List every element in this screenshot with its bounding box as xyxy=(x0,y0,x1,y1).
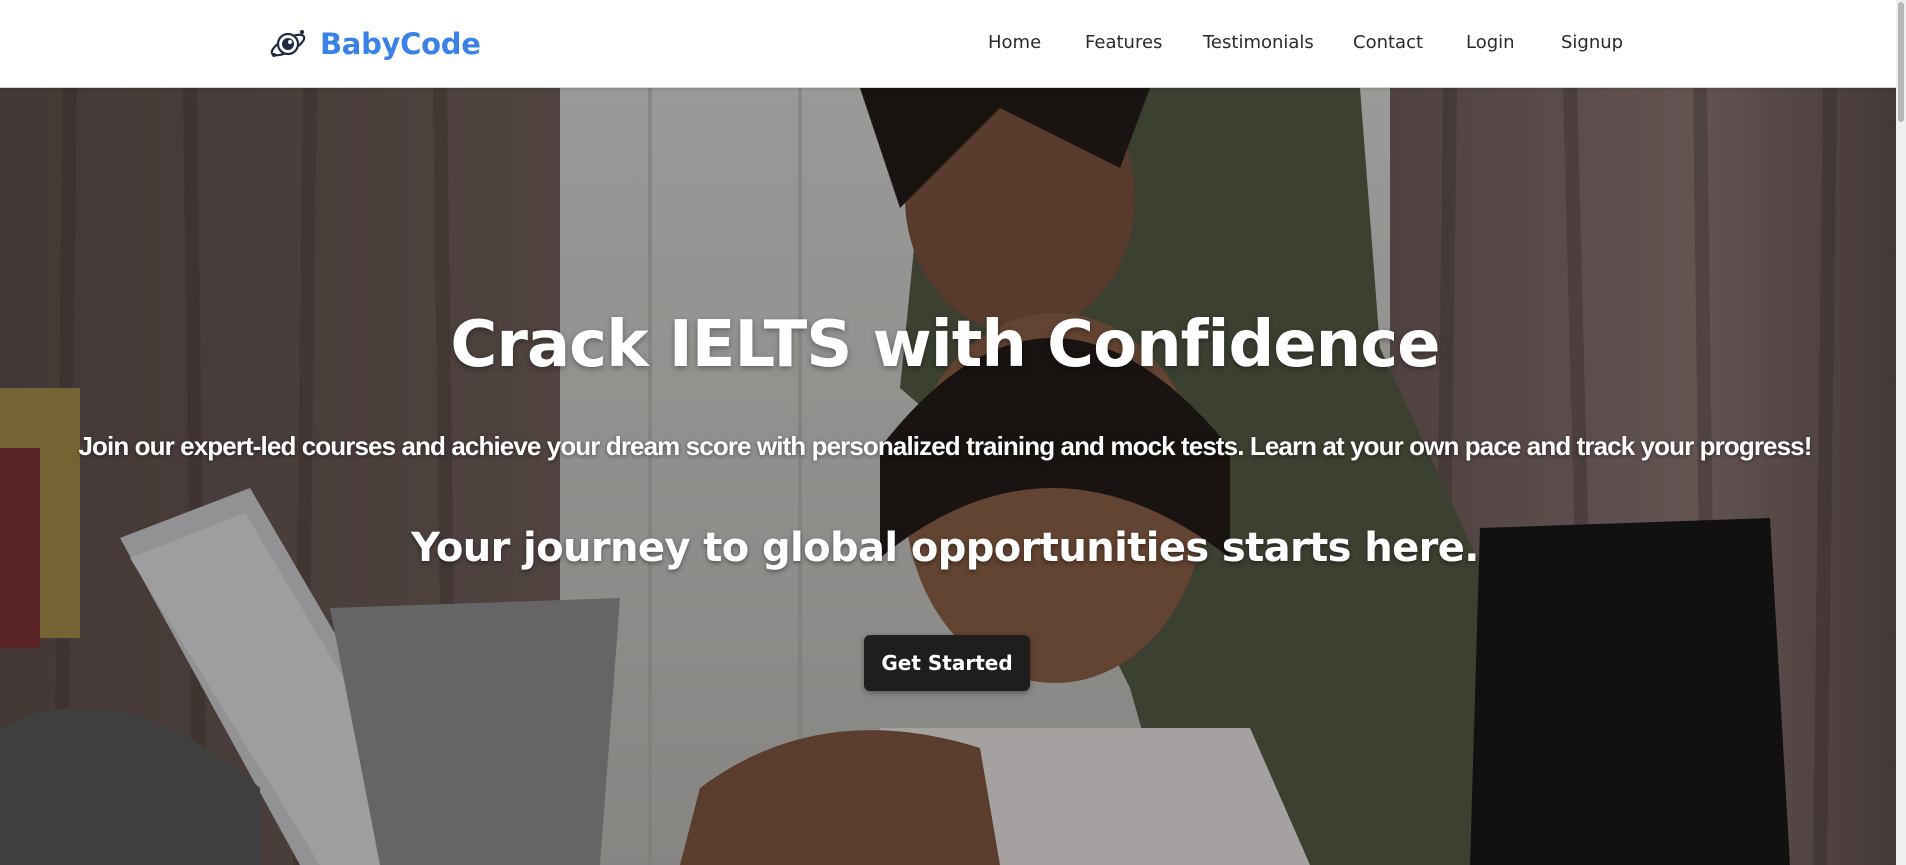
main-nav: Home Features Testimonials Contact Login… xyxy=(0,30,1896,58)
hero-tagline: Your journey to global opportunities sta… xyxy=(411,525,1479,571)
hero-dark-overlay xyxy=(0,88,1896,865)
nav-link-features[interactable]: Features xyxy=(1085,30,1162,56)
top-navbar: BabyCode Home Features Testimonials Cont… xyxy=(0,0,1896,88)
hero-title: Crack IELTS with Confidence xyxy=(450,308,1440,382)
nav-link-testimonials[interactable]: Testimonials xyxy=(1203,30,1314,56)
get-started-button[interactable]: Get Started xyxy=(864,635,1030,691)
nav-link-signup[interactable]: Signup xyxy=(1561,30,1623,56)
nav-link-contact[interactable]: Contact xyxy=(1353,30,1423,56)
nav-link-login[interactable]: Login xyxy=(1466,30,1515,56)
page-scrollbar[interactable] xyxy=(1896,0,1906,865)
hero-section: Crack IELTS with Confidence Join our exp… xyxy=(0,88,1896,865)
scrollbar-thumb[interactable] xyxy=(1898,2,1904,122)
hero-subtitle: Join our expert-led courses and achieve … xyxy=(78,431,1812,461)
nav-link-home[interactable]: Home xyxy=(988,30,1041,56)
